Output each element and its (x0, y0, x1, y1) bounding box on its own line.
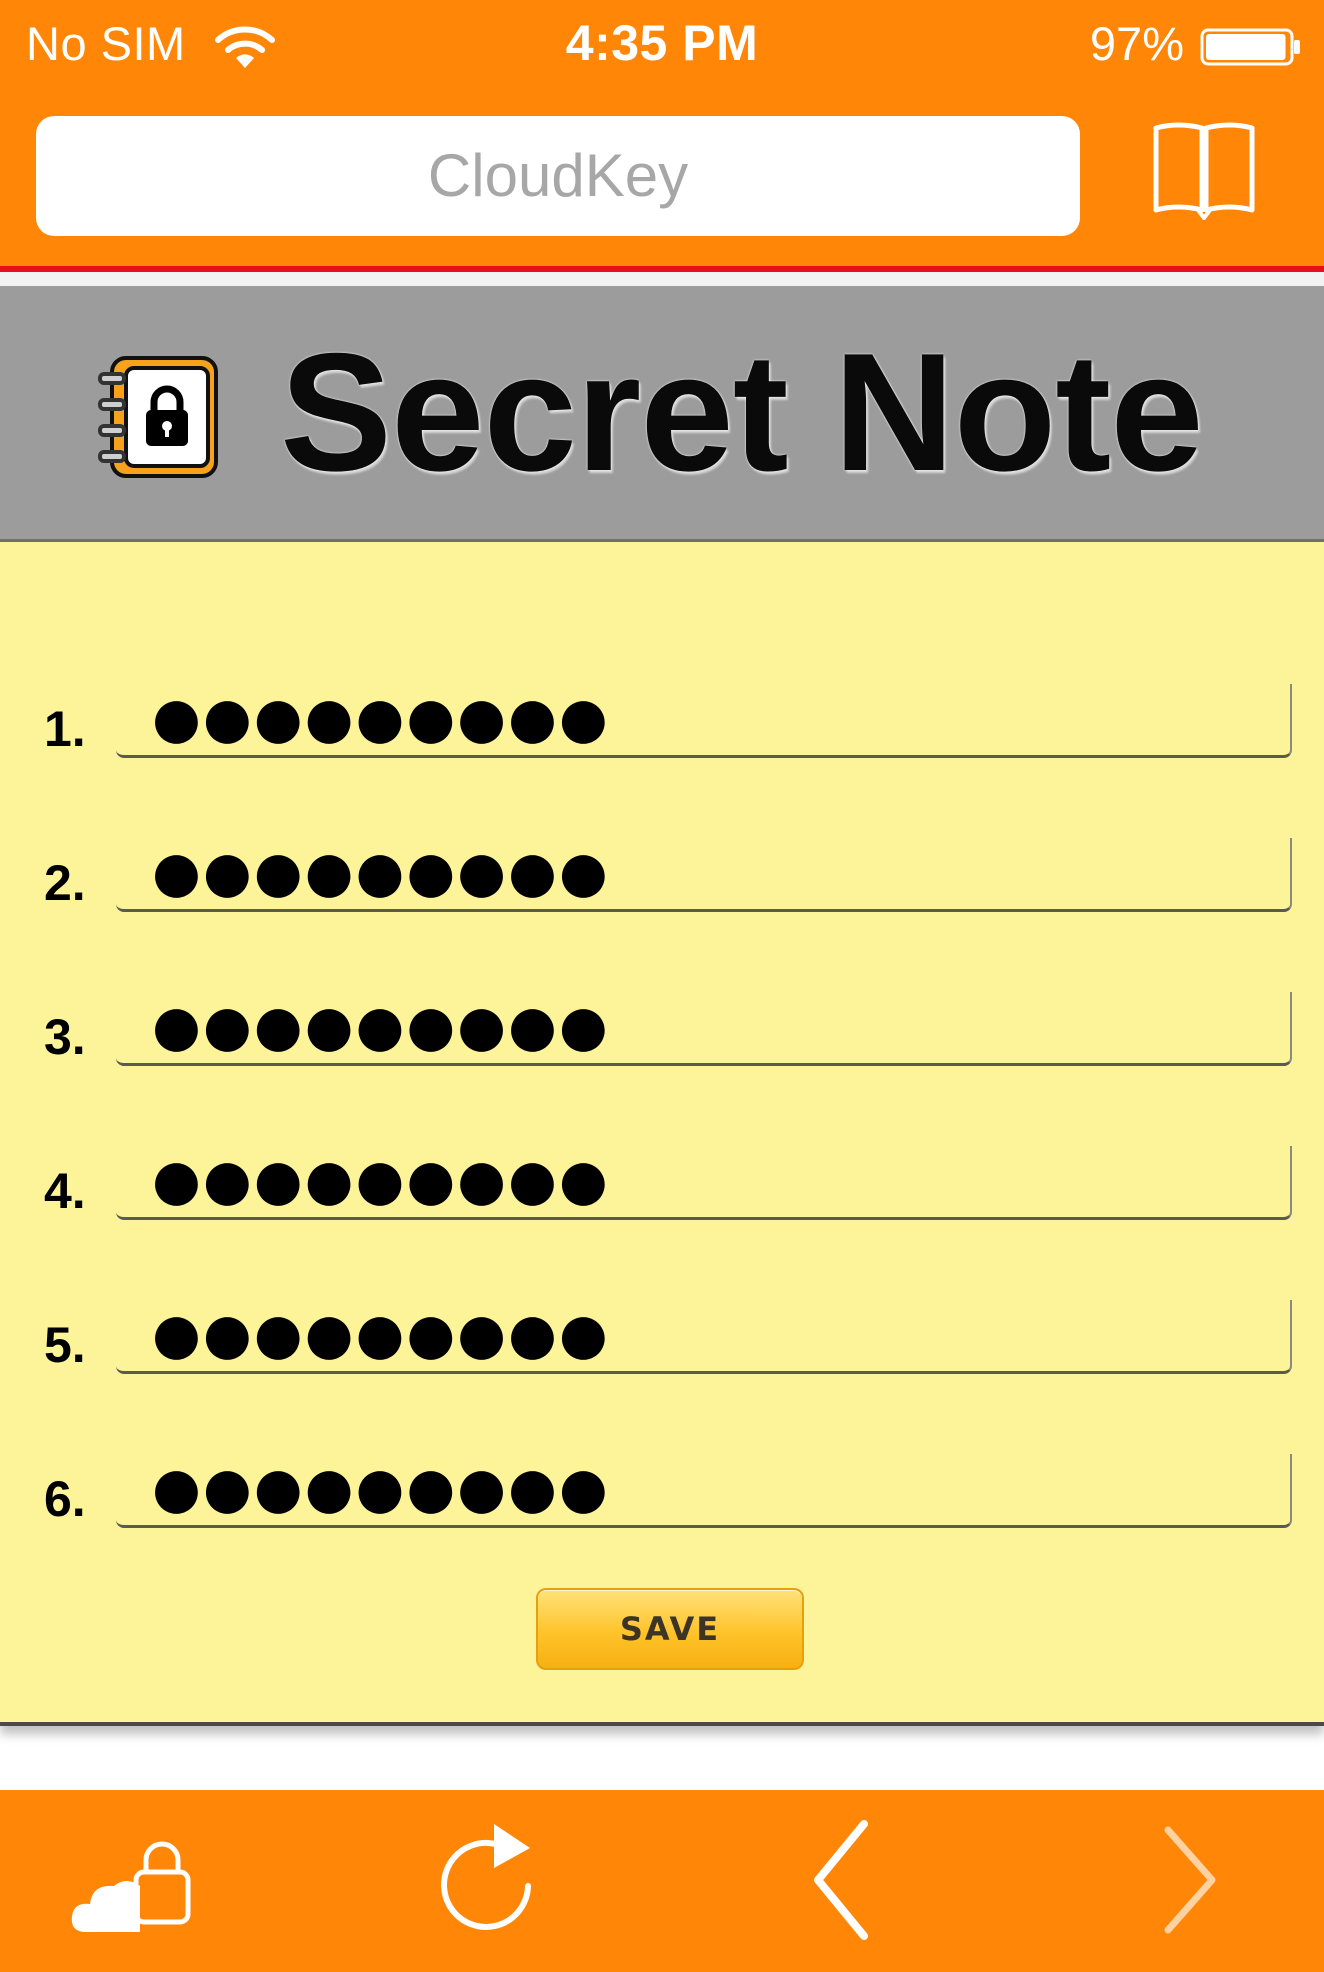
browser-nav-bar: CloudKey (0, 100, 1324, 266)
masked-value: ●●●●●●●●● (152, 994, 610, 1059)
masked-value: ●●●●●●●●● (152, 1456, 610, 1521)
back-button[interactable] (780, 1820, 910, 1940)
address-field[interactable]: CloudKey (36, 116, 1080, 236)
reload-button[interactable] (422, 1820, 552, 1940)
battery-icon (1200, 28, 1300, 66)
secret-field-2[interactable]: ●●●●●●●●● (116, 838, 1292, 912)
note-row: 6. ●●●●●●●●● (0, 1454, 1324, 1574)
row-number: 5. (44, 1317, 86, 1373)
save-button[interactable]: SAVE (536, 1588, 804, 1670)
secret-field-1[interactable]: ●●●●●●●●● (116, 684, 1292, 758)
forward-button[interactable] (1140, 1820, 1270, 1940)
cloud-lock-button[interactable] (66, 1820, 196, 1940)
secret-field-5[interactable]: ●●●●●●●●● (116, 1300, 1292, 1374)
forward-arrow-icon (1164, 1826, 1216, 1934)
back-arrow-icon (814, 1820, 868, 1940)
bottom-toolbar (0, 1790, 1324, 1972)
row-number: 2. (44, 855, 86, 911)
secret-field-3[interactable]: ●●●●●●●●● (116, 992, 1292, 1066)
book-icon[interactable] (1148, 120, 1260, 220)
battery-percent: 97% (1089, 17, 1184, 70)
note-row: 5. ●●●●●●●●● (0, 1300, 1324, 1420)
masked-value: ●●●●●●●●● (152, 1148, 610, 1213)
status-bar: No SIM 4:35 PM 97% (0, 0, 1324, 100)
note-row: 1. ●●●●●●●●● (0, 684, 1324, 804)
locked-notebook-icon (98, 356, 218, 478)
note-row: 4. ●●●●●●●●● (0, 1146, 1324, 1266)
row-number: 4. (44, 1163, 86, 1219)
row-number: 3. (44, 1009, 86, 1065)
page-title: Secret Note (280, 318, 1204, 506)
masked-value: ●●●●●●●●● (152, 840, 610, 905)
note-area: 1. ●●●●●●●●● 2. ●●●●●●●●● 3. ●●●●●●●●● 4… (0, 542, 1324, 1726)
row-number: 1. (44, 701, 86, 757)
masked-value: ●●●●●●●●● (152, 1302, 610, 1367)
row-number: 6. (44, 1471, 86, 1527)
masked-value: ●●●●●●●●● (152, 686, 610, 751)
secret-field-6[interactable]: ●●●●●●●●● (116, 1454, 1292, 1528)
note-row: 2. ●●●●●●●●● (0, 838, 1324, 958)
reload-icon (441, 1824, 531, 1930)
note-row: 3. ●●●●●●●●● (0, 992, 1324, 1112)
cloud-lock-icon (71, 1841, 191, 1932)
secret-field-4[interactable]: ●●●●●●●●● (116, 1146, 1292, 1220)
divider (0, 272, 1324, 286)
title-banner: Secret Note (0, 286, 1324, 542)
